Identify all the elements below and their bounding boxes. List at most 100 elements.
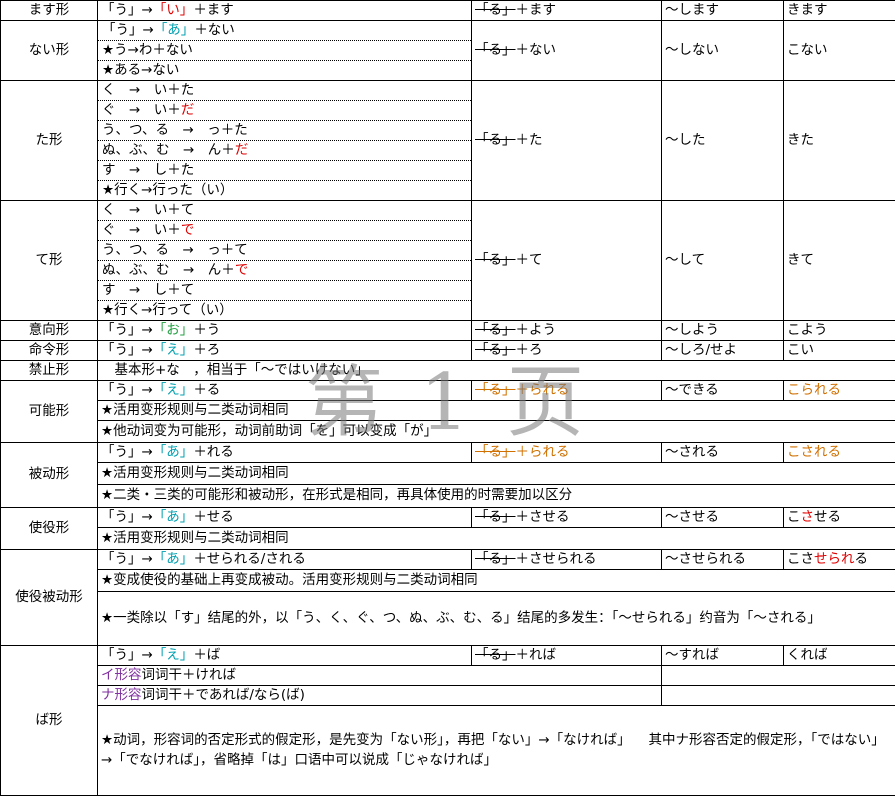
text-segment: 「う」→ <box>101 444 153 461</box>
kuru-form-cell: こない <box>783 20 895 82</box>
text-segment: こられる <box>787 382 841 399</box>
ru-suffix: ＋ない <box>515 42 557 59</box>
ru-struck: 「る」 <box>475 382 516 399</box>
ru-form-cell: 「る」＋て <box>471 200 662 322</box>
text-segment: さ <box>800 508 815 525</box>
text-segment: 「う」→ <box>101 550 153 567</box>
kuru-form-cell: きた <box>783 80 895 202</box>
form-name: 意向形 <box>0 320 98 342</box>
text-segment: 「い」 <box>152 2 194 18</box>
suru-form-cell: ～しない <box>661 20 784 82</box>
form-name: ます形 <box>0 0 98 22</box>
rule-line: ★う→わ＋ない <box>98 41 471 62</box>
form-name: 禁止形 <box>0 360 98 382</box>
note-cell: ★变成使役的基础上再变成被动。活用变形规则与二类动词相同 <box>97 568 895 592</box>
text-segment: 「う」→ <box>101 2 153 18</box>
godan-rule-cell: 「う」→「あ」＋れる <box>97 442 472 464</box>
text-segment: く → い＋た <box>102 82 195 99</box>
godan-rule-cell: く → い＋たぐ → い＋だ う、つ、る → っ＋た ぬ、ぶ、む → ん＋だす → … <box>97 80 472 202</box>
rule-line: ぬ、ぶ、む → ん＋だ <box>98 141 471 162</box>
ru-struck: 「る」 <box>475 252 516 269</box>
text-segment: 「う」→ <box>101 342 153 359</box>
form-name: ば形 <box>0 644 98 796</box>
ru-suffix: ＋させられる <box>515 550 597 567</box>
ru-struck: 「る」 <box>475 42 516 59</box>
kuru-form-cell: こられる <box>783 380 895 402</box>
ru-form-cell: 「る」＋られる <box>471 442 662 464</box>
text-segment: で <box>234 262 249 279</box>
text-segment: く → い＋て <box>102 202 195 219</box>
godan-rule-cell: 「う」→「い」＋ます <box>97 0 472 22</box>
form-name: 命令形 <box>0 340 98 362</box>
note-cell: ★他动词变为可能形，动词前助词「を」可以变成「が」 <box>97 420 895 444</box>
text-segment: 「え」 <box>152 382 194 399</box>
form-name: 使役形 <box>0 506 98 550</box>
text-segment: る <box>854 550 869 567</box>
suru-form-cell: ～される <box>661 442 784 464</box>
text-segment: 词词干＋であれば/なら(ば) <box>141 686 305 703</box>
text-segment: ＋ない <box>194 22 235 39</box>
text-segment: こされる <box>787 444 841 461</box>
form-name: 被动形 <box>0 442 98 508</box>
suru-form-cell: ～した <box>661 80 784 202</box>
godan-rule-cell: 「う」→「え」＋ば <box>97 644 472 666</box>
rule-line: す → し＋た <box>98 161 471 182</box>
ru-suffix: ＋ます <box>515 2 557 18</box>
godan-rule-cell: く → い＋てぐ → い＋で う、つ、る → っ＋て ぬ、ぶ、む → ん＋です → … <box>97 200 472 322</box>
form-name: 可能形 <box>0 380 98 444</box>
text-segment: ぬ、ぶ、む → ん＋ <box>102 142 235 159</box>
ru-suffix: ＋ろ <box>515 342 543 359</box>
text-segment: ＋う <box>193 322 221 339</box>
godan-rule-cell: 「う」→「あ」＋せられる/される <box>97 548 472 570</box>
rule-line: く → い＋た <box>98 82 471 102</box>
kuru-form-cell: こさせる <box>783 506 895 528</box>
godan-rule-cell: 「う」→「あ」＋ない ★う→わ＋ない ★ある→ない <box>97 20 472 82</box>
ru-form-cell: 「る」＋れば <box>471 644 662 666</box>
text-segment: 「あ」 <box>153 22 195 39</box>
suru-form-cell: ～して <box>661 200 784 322</box>
text-segment: 「あ」 <box>152 550 194 567</box>
ru-form-cell: 「る」＋た <box>471 80 662 202</box>
form-name: ない形 <box>0 20 98 82</box>
kuru-form-cell: きて <box>783 200 895 322</box>
text-segment: 「え」 <box>152 646 194 663</box>
ru-struck: 「る」 <box>475 444 516 461</box>
suru-form-cell: ～させる <box>661 506 784 528</box>
ru-struck: 「る」 <box>475 132 516 149</box>
text-segment: ナ形容 <box>101 686 142 703</box>
kuru-form-cell: こい <box>783 340 895 362</box>
text-segment: ＋せる <box>193 508 234 525</box>
text-segment: ★ある→ない <box>102 62 180 79</box>
rule-line: ぐ → い＋だ <box>98 101 471 122</box>
text-segment: す → し＋て <box>102 282 195 299</box>
prohibitive-rule-cell: 基本形+な ，相当于「～ではいけない」 <box>97 360 895 382</box>
text-segment: こさ <box>787 550 814 567</box>
note-cell: ★活用变形规则与二类动词相同 <box>97 526 895 550</box>
text-segment: ＋ば <box>193 646 221 663</box>
text-segment: で <box>180 222 195 239</box>
text-segment: ＋る <box>193 382 221 399</box>
godan-rule-cell: 「う」→「え」＋ろ <box>97 340 472 362</box>
text-segment: 「う」→ <box>101 382 153 399</box>
kuru-form-cell: きます <box>783 0 895 22</box>
ru-struck: 「る」 <box>475 646 516 663</box>
adjective-rule-cell: イ形容词词干＋ければ <box>97 664 662 686</box>
text-segment: ★行く→行った（い） <box>102 182 234 199</box>
ru-form-cell: 「る」＋ろ <box>471 340 662 362</box>
text-segment: ★う→わ＋ない <box>102 42 193 59</box>
ru-suffix: ＋た <box>515 132 543 149</box>
rule-line: 「う」→「あ」＋ない <box>98 22 471 42</box>
kuru-form-cell: こさせられる <box>783 548 895 570</box>
suru-form-cell: ～させられる <box>661 548 784 570</box>
text-segment: こい <box>787 342 814 359</box>
ru-form-cell: 「る」＋させられる <box>471 548 662 570</box>
ru-struck: 「る」 <box>475 342 516 359</box>
text-segment: だ <box>180 102 195 119</box>
text-segment: 「う」→ <box>102 22 154 39</box>
text-segment: ＋れる <box>193 444 234 461</box>
ru-suffix: ＋よう <box>515 322 557 339</box>
text-segment: きた <box>787 132 814 149</box>
rule-line: ★ある→ない <box>99 61 471 80</box>
text-segment: 「う」→ <box>101 322 153 339</box>
text-segment: だ <box>234 142 249 159</box>
